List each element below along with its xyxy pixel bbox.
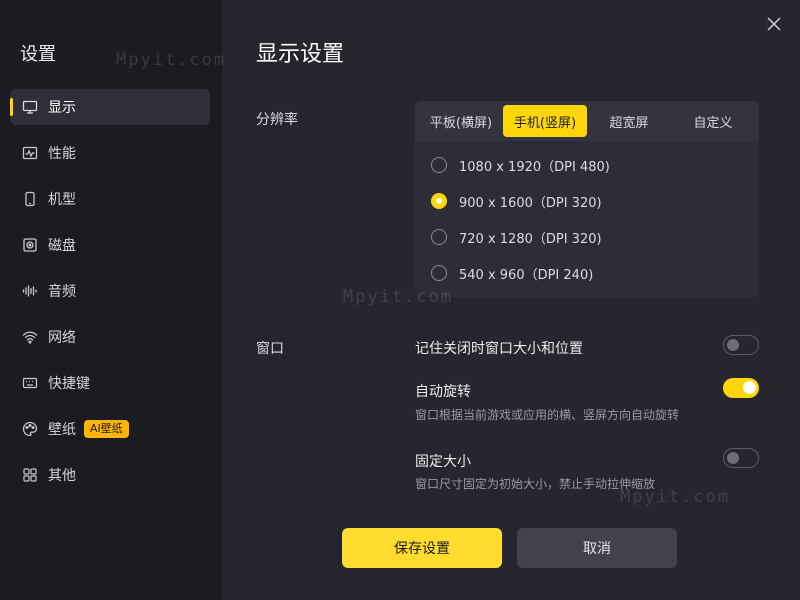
sidebar-item-label: 其他 [48, 468, 76, 484]
sidebar-title: 设置 [20, 44, 56, 65]
resolution-card: 平板(横屏) 手机(竖屏) 超宽屏 自定义 1080 x 1920（DPI 48… [415, 101, 759, 297]
sidebar: 设置 显示 性能 机型 磁盘 音频 网络 快捷键 壁纸 AI壁纸 其他 [0, 0, 222, 600]
main-panel: 显示设置 分辨率 平板(横屏) 手机(竖屏) 超宽屏 自定义 1080 x 19… [222, 0, 800, 600]
window-label: 窗口 [256, 341, 284, 357]
wifi-icon [22, 329, 38, 345]
resolution-option-720x1280[interactable]: 720 x 1280（DPI 320) [415, 219, 759, 255]
resolution-option-label: 720 x 1280（DPI 320) [459, 231, 602, 247]
sidebar-item-label: 性能 [48, 146, 76, 162]
remember-window-size-label: 记住关闭时窗口大小和位置 [415, 341, 583, 357]
sidebar-item-label: 网络 [48, 330, 76, 346]
radio-button[interactable] [431, 229, 447, 245]
sidebar-item-label: 显示 [48, 100, 76, 116]
radio-button[interactable] [431, 157, 447, 173]
cancel-button[interactable]: 取消 [517, 528, 677, 568]
radio-button[interactable] [431, 265, 447, 281]
sidebar-nav: 显示 性能 机型 磁盘 音频 网络 快捷键 壁纸 AI壁纸 其他 [10, 89, 210, 503]
sidebar-item-label: 机型 [48, 192, 76, 208]
resolution-option-label: 900 x 1600（DPI 320) [459, 195, 602, 211]
radio-button-checked[interactable] [431, 193, 447, 209]
tab-phone-portrait[interactable]: 手机(竖屏) [503, 105, 587, 137]
sidebar-item-disk[interactable]: 磁盘 [10, 227, 210, 263]
tab-custom[interactable]: 自定义 [671, 105, 755, 137]
page-title: 显示设置 [256, 42, 345, 67]
disk-icon [22, 237, 38, 253]
phone-icon [22, 191, 38, 207]
resolution-option-900x1600[interactable]: 900 x 1600（DPI 320) [415, 183, 759, 219]
sidebar-item-audio[interactable]: 音频 [10, 273, 210, 309]
resolution-label: 分辨率 [256, 112, 298, 128]
tab-tablet-landscape[interactable]: 平板(横屏) [419, 105, 503, 137]
palette-icon [22, 421, 38, 437]
resolution-option-540x960[interactable]: 540 x 960（DPI 240) [415, 255, 759, 291]
ai-wallpaper-badge: AI壁纸 [84, 420, 129, 438]
sidebar-item-label: 磁盘 [48, 238, 76, 254]
close-button[interactable] [764, 14, 784, 34]
audio-icon [22, 283, 38, 299]
tab-ultrawide[interactable]: 超宽屏 [587, 105, 671, 137]
remember-window-size-toggle[interactable] [723, 335, 759, 355]
sidebar-item-performance[interactable]: 性能 [10, 135, 210, 171]
auto-rotate-description: 窗口根据当前游戏或应用的横、竖屏方向自动旋转 [415, 408, 680, 422]
save-settings-button[interactable]: 保存设置 [342, 528, 502, 568]
sidebar-item-other[interactable]: 其他 [10, 457, 210, 493]
resolution-option-1080x1920[interactable]: 1080 x 1920（DPI 480) [415, 147, 759, 183]
fixed-size-description: 窗口尺寸固定为初始大小，禁止手动拉伸缩放 [415, 477, 656, 491]
sidebar-item-label: 壁纸 [48, 422, 76, 438]
sidebar-item-device-model[interactable]: 机型 [10, 181, 210, 217]
auto-rotate-toggle[interactable] [723, 378, 759, 398]
monitor-icon [22, 99, 38, 115]
resolution-tabs: 平板(横屏) 手机(竖屏) 超宽屏 自定义 [415, 101, 759, 141]
sidebar-item-label: 音频 [48, 284, 76, 300]
sidebar-item-wallpaper[interactable]: 壁纸 AI壁纸 [10, 411, 210, 447]
sidebar-item-label: 快捷键 [48, 376, 90, 392]
auto-rotate-label: 自动旋转 [415, 384, 471, 400]
toggle-knob [743, 381, 756, 394]
resolution-options: 1080 x 1920（DPI 480) 900 x 1600（DPI 320)… [415, 141, 759, 291]
toggle-knob [727, 451, 739, 464]
keyboard-icon [22, 375, 38, 391]
sidebar-item-display[interactable]: 显示 [10, 89, 210, 125]
performance-icon [22, 145, 38, 161]
fixed-size-label: 固定大小 [415, 454, 471, 470]
sidebar-item-shortcuts[interactable]: 快捷键 [10, 365, 210, 401]
settings-window: 设置 显示 性能 机型 磁盘 音频 网络 快捷键 壁纸 AI壁纸 其他 显示设置… [0, 0, 800, 600]
fixed-size-toggle[interactable] [723, 448, 759, 468]
close-icon [767, 17, 781, 31]
toggle-knob [727, 338, 739, 351]
resolution-option-label: 1080 x 1920（DPI 480) [459, 159, 610, 175]
resolution-option-label: 540 x 960（DPI 240) [459, 267, 594, 283]
sidebar-item-network[interactable]: 网络 [10, 319, 210, 355]
grid-icon [22, 467, 38, 483]
